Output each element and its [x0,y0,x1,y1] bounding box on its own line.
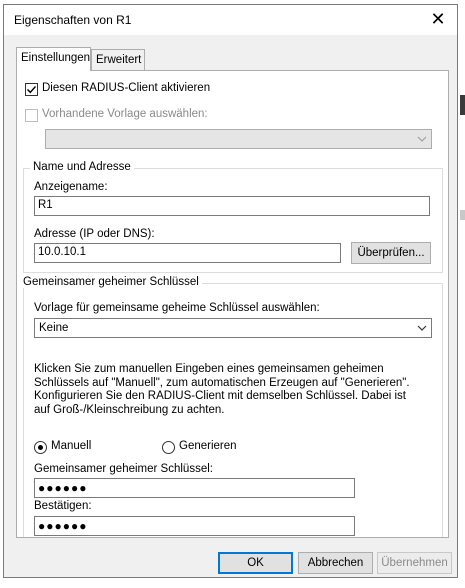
tab-advanced[interactable]: Erweitert [91,49,145,70]
checkmark-icon [27,86,37,94]
cancel-button[interactable]: Abbrechen [298,552,373,574]
apply-button-label: Übernehmen [381,557,448,569]
secret-description: Klicken Sie zum manuellen Eingeben eines… [34,363,410,416]
tab-settings[interactable]: Einstellungen [16,47,91,71]
confirm-input[interactable]: ●●●●●● [34,516,355,536]
confirm-value: ●●●●●● [38,519,88,533]
background-app-fragment [460,95,465,115]
radio-manual-dot [38,445,43,450]
enable-client-label: Diesen RADIUS-Client aktivieren [42,82,211,94]
background-app-right [458,0,465,588]
radio-generate-label: Generieren [179,440,237,452]
ok-button-label: OK [247,557,264,569]
properties-dialog: Eigenschaften von R1 ✕ Einstellungen Erw… [3,4,458,578]
confirm-label: Bestätigen: [34,500,92,512]
enable-client-checkbox[interactable] [25,83,38,96]
radio-manual-label: Manuell [51,440,92,452]
secret-template-select[interactable]: Keine [34,318,432,338]
verify-button-label: Überprüfen... [357,247,425,259]
secret-label: Gemeinsamer geheimer Schlüssel: [34,463,213,475]
existing-template-checkbox[interactable] [25,109,38,122]
address-label: Adresse (IP oder DNS): [34,228,155,240]
ok-button[interactable]: OK [218,552,293,574]
apply-button[interactable]: Übernehmen [377,552,452,574]
shared-secret-group-label: Gemeinsamer geheimer Schlüssel [20,276,202,288]
tab-advanced-label: Erweitert [96,54,142,66]
background-app-bottom [0,578,465,588]
radio-generate[interactable] [162,441,175,454]
existing-template-select[interactable] [45,129,432,149]
address-input[interactable]: 10.0.10.1 [34,243,341,263]
close-icon[interactable]: ✕ [429,10,447,28]
radio-manual[interactable] [34,441,47,454]
dialog-titlebar: Eigenschaften von R1 ✕ [4,5,457,35]
chevron-down-icon [417,325,427,331]
settings-panel: Diesen RADIUS-Client aktivieren Vorhande… [16,70,449,538]
display-name-label: Anzeigename: [34,181,108,193]
secret-template-value: Keine [39,322,69,334]
tab-settings-label: Einstellungen [21,52,91,64]
dialog-title: Eigenschaften von R1 [14,13,132,27]
address-value: 10.0.10.1 [38,246,86,258]
secret-value: ●●●●●● [38,481,88,495]
cancel-button-label: Abbrechen [307,557,364,569]
verify-button[interactable]: Überprüfen... [351,242,431,264]
secret-input[interactable]: ●●●●●● [34,478,355,498]
background-app-fragment-2 [460,210,465,220]
display-name-value: R1 [38,199,53,211]
existing-template-label: Vorhandene Vorlage auswählen: [42,108,208,120]
name-address-group-label: Name und Adresse [30,161,134,173]
secret-template-label: Vorlage für gemeinsame geheime Schlüssel… [34,302,320,314]
display-name-input[interactable]: R1 [34,196,430,216]
chevron-down-icon [417,136,427,142]
